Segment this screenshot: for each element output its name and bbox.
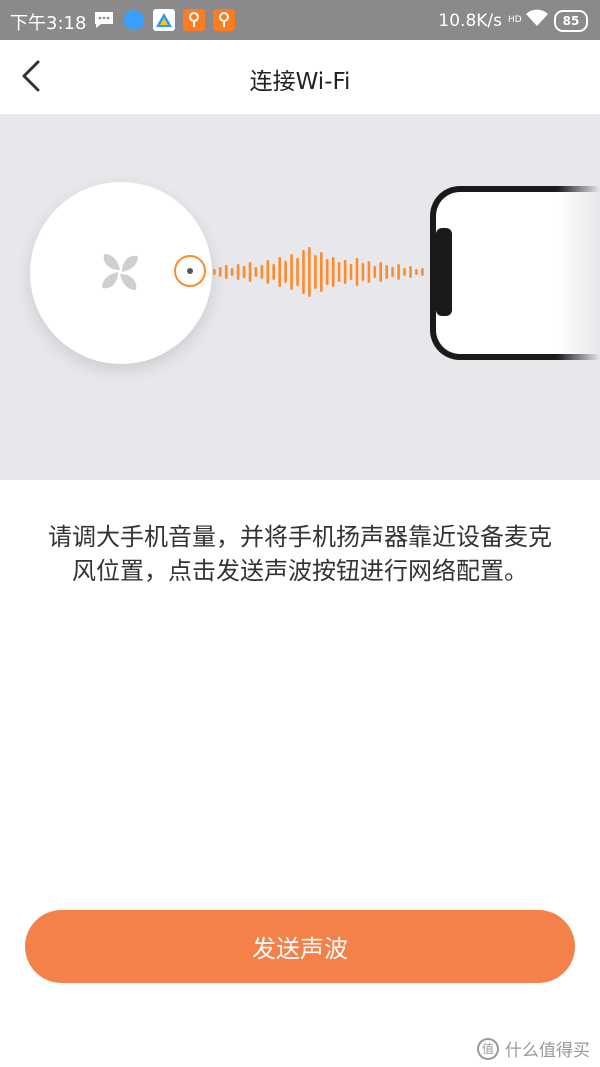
fan-logo-icon: [102, 254, 138, 290]
hd-indicator: HD: [508, 15, 522, 25]
send-button-label: 发送声波: [252, 935, 348, 963]
battery-indicator: 85: [554, 9, 588, 32]
message-icon: [93, 9, 115, 31]
notification-icons: [93, 9, 235, 31]
watermark: 值 什么值得买: [477, 1036, 590, 1061]
watermark-text: 什么值得买: [505, 1041, 590, 1061]
header: 连接Wi-Fi: [0, 40, 600, 114]
drive-icon: [153, 9, 175, 31]
network-speed: 10.8K/s: [438, 10, 502, 31]
status-right: 10.8K/s HD 85: [438, 9, 588, 32]
status-time: 下午3:18: [10, 13, 87, 34]
page-title: 连接Wi-Fi: [249, 69, 351, 95]
phone-illustration: [428, 184, 600, 364]
illustration: [0, 114, 600, 480]
watermark-logo-icon: 值: [477, 1037, 499, 1060]
microphone-dot: [174, 255, 206, 287]
sound-wave: [213, 247, 424, 297]
browser-icon: [123, 9, 145, 31]
wifi-icon: [526, 9, 548, 32]
send-sound-wave-button[interactable]: 发送声波: [25, 910, 575, 983]
instruction-text: 请调大手机音量，并将手机扬声器靠近设备麦克风位置，点击发送声波按钮进行网络配置。: [48, 523, 552, 585]
status-bar: 下午3:18 10.8K/s HD 85: [0, 0, 600, 40]
app-icon: [183, 9, 205, 31]
app-icon: [213, 9, 235, 31]
